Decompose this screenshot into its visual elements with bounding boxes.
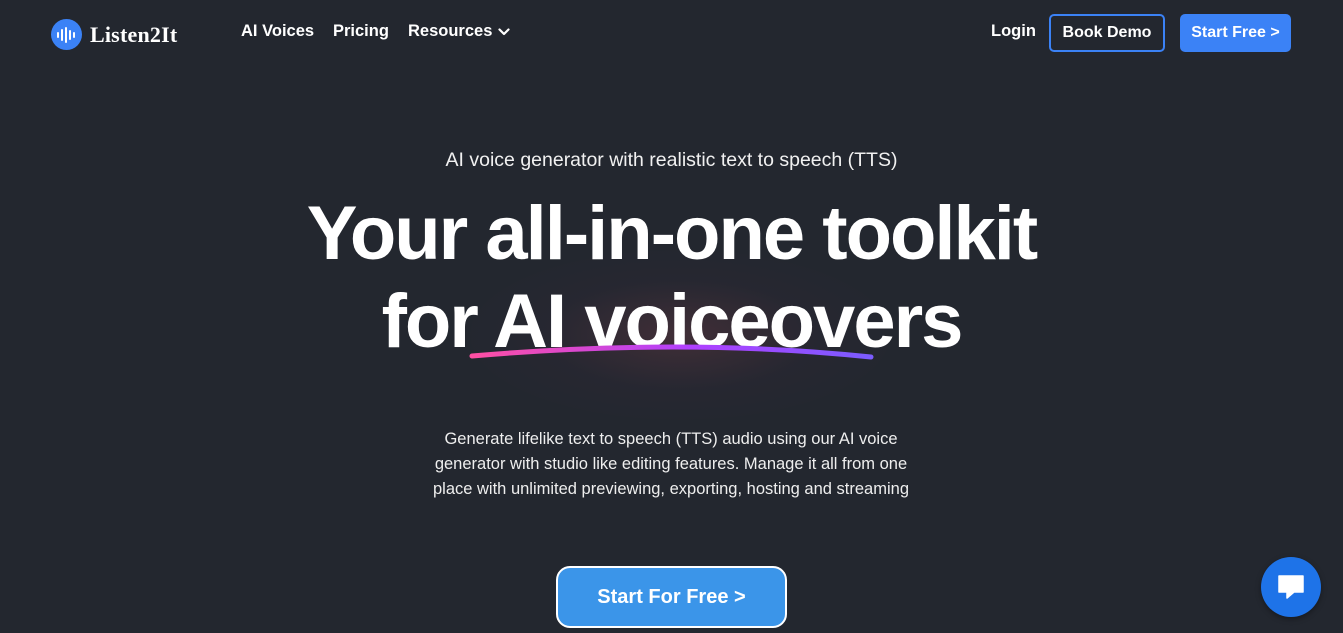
book-demo-button[interactable]: Book Demo: [1049, 14, 1165, 52]
hero-eyebrow: AI voice generator with realistic text t…: [445, 149, 898, 171]
chat-launcher-button[interactable]: [1261, 557, 1321, 617]
nav-link-ai-voices[interactable]: AI Voices: [241, 22, 314, 41]
hero-description: Generate lifelike text to speech (TTS) a…: [432, 430, 909, 498]
start-for-free-button[interactable]: Start For Free >: [556, 566, 787, 628]
headline-underline: [469, 344, 874, 360]
headline-line-1: Your all-in-one toolkit: [306, 191, 1038, 276]
nav-link-label: Pricing: [333, 22, 389, 40]
login-link[interactable]: Login: [991, 22, 1036, 41]
nav-link-label: AI Voices: [241, 22, 315, 40]
nav-link-resources[interactable]: Resources: [408, 22, 510, 41]
login-label: Login: [991, 22, 1036, 40]
landing-page: Listen2It AI Voices Pricing Resources Lo…: [0, 0, 1343, 633]
sound-wave-icon: [51, 19, 82, 50]
top-nav: Listen2It AI Voices Pricing Resources Lo…: [0, 0, 1343, 66]
nav-link-pricing[interactable]: Pricing: [333, 22, 389, 41]
chevron-down-icon: [498, 27, 510, 35]
brand-logo[interactable]: Listen2It: [51, 19, 177, 50]
start-free-button[interactable]: Start Free >: [1180, 14, 1291, 52]
chat-bubble-icon: [1278, 575, 1304, 599]
brand-name: Listen2It: [90, 21, 178, 47]
nav-link-label: Resources: [408, 22, 493, 40]
